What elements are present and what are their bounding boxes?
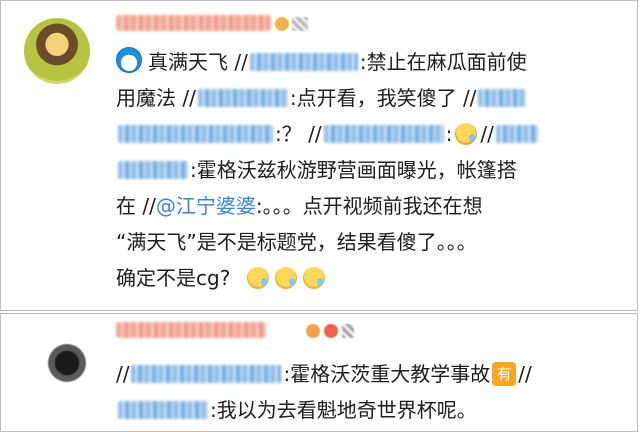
mention-blurred[interactable] xyxy=(131,365,282,383)
mention-blurred[interactable] xyxy=(249,53,358,71)
comment-line: 真满天飞 //:禁止在麻瓜面前使 xyxy=(116,45,527,79)
mention-blurred[interactable] xyxy=(478,89,527,107)
username-blurred[interactable] xyxy=(116,15,271,31)
laughing-emoji-icon xyxy=(455,123,478,145)
doraemon-emoji-icon xyxy=(116,47,142,73)
user-badge-icon xyxy=(275,17,289,31)
avatar[interactable] xyxy=(24,18,90,84)
mention-blurred[interactable] xyxy=(323,125,444,143)
comment-line: 确定不是cg? xyxy=(116,261,328,295)
comment-line: :霍格沃兹秋游野营画面曝光，帐篷搭 xyxy=(116,153,517,187)
comment-line: 在 //@江宁婆婆:。。。点开视频前我还在想 xyxy=(116,194,483,218)
sweat-emoji-icon xyxy=(246,267,269,289)
user-badge-icon xyxy=(342,324,354,338)
sweat-emoji-icon xyxy=(302,267,325,289)
comment-line: :？ //:// xyxy=(116,117,540,151)
avatar[interactable] xyxy=(48,344,86,382)
comment-line: //:霍格沃茨重大教学事故有// xyxy=(116,362,532,386)
mention-blurred[interactable] xyxy=(118,161,188,179)
you-badge-icon: 有 xyxy=(492,362,517,386)
mention-link[interactable]: @江宁婆婆 xyxy=(156,194,256,218)
comment-line: :我以为去看魁地奇世界杯呢。 xyxy=(116,393,477,427)
mention-blurred[interactable] xyxy=(495,125,538,143)
user-badge-icon xyxy=(292,17,308,31)
comment-line: “满天飞”是不是标题党，结果看傻了。。。 xyxy=(116,230,477,254)
user-badge-icon xyxy=(306,324,320,338)
mention-blurred[interactable] xyxy=(118,125,273,143)
user-badge-icon xyxy=(324,324,338,338)
sweat-emoji-icon xyxy=(274,267,297,289)
comment-line: 用魔法 //:点开看，我笑傻了 // xyxy=(116,81,528,115)
username-blurred[interactable] xyxy=(116,322,266,338)
mention-blurred[interactable] xyxy=(197,89,288,107)
mention-blurred[interactable] xyxy=(118,401,208,419)
